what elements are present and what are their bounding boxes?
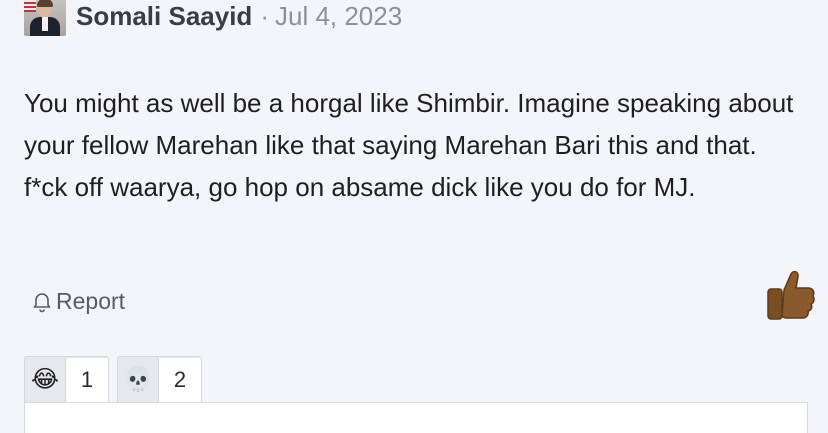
report-button[interactable]: Report [30, 284, 125, 318]
thumbs-up-icon [767, 270, 815, 320]
avatar-hair [37, 0, 53, 7]
avatar-flag [24, 0, 36, 12]
post-header: Somali Saayid · Jul 4, 2023 [24, 0, 402, 38]
avatar-shirt [42, 17, 48, 31]
reactions-bar: 😂 1 💀 2 [24, 356, 202, 404]
reaction-count: 2 [158, 358, 201, 402]
post-date[interactable]: Jul 4, 2023 [275, 1, 402, 32]
post-body-text: You might as well be a horgal like Shimb… [24, 88, 794, 202]
reaction-skull[interactable]: 💀 2 [117, 356, 202, 404]
author-name[interactable]: Somali Saayid [76, 1, 252, 32]
laughing-tears-emoji-icon: 😂 [30, 366, 60, 393]
reply-box[interactable] [24, 402, 808, 433]
reaction-laughing[interactable]: 😂 1 [24, 356, 109, 404]
avatar[interactable] [24, 0, 66, 36]
like-button[interactable] [764, 268, 816, 322]
report-label: Report [56, 287, 126, 314]
bell-icon [33, 293, 51, 313]
skull-emoji-icon: 💀 [123, 366, 153, 393]
post-body: You might as well be a horgal like Shimb… [24, 82, 794, 208]
reaction-count: 1 [65, 358, 108, 402]
meta-separator: · [260, 0, 269, 31]
